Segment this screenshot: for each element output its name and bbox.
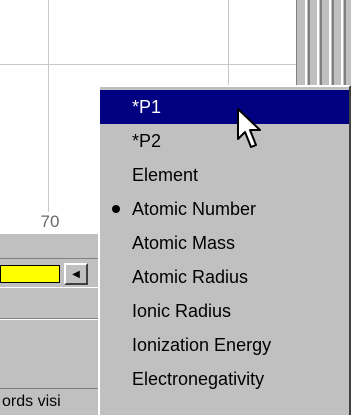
menu-item-p1[interactable]: *P1: [100, 90, 349, 124]
menu-item-ionic-radius[interactable]: Ionic Radius: [100, 294, 349, 328]
grid-line: [48, 0, 49, 230]
menu-item-p2[interactable]: *P2: [100, 124, 349, 158]
menu-item-label: Atomic Number: [132, 199, 257, 219]
menu-item-element[interactable]: Element: [100, 158, 349, 192]
status-bar-text: ords visi: [0, 388, 100, 415]
scroll-right-icon[interactable]: ◀: [64, 263, 88, 285]
grid-line: [0, 64, 296, 65]
menu-item-atomic-mass[interactable]: Atomic Mass: [100, 226, 349, 260]
menu-item-label: Ionic Radius: [132, 301, 232, 321]
slider-fill[interactable]: [0, 265, 60, 283]
menu-item-atomic-number[interactable]: Atomic Number: [100, 192, 349, 226]
menu-item-label: Atomic Mass: [132, 233, 236, 253]
horizontal-slider[interactable]: ◀: [0, 258, 100, 288]
grid-line: [228, 0, 229, 95]
menu-item-label: Atomic Radius: [132, 267, 249, 287]
menu-item-label: Ionization Energy: [132, 335, 272, 355]
context-menu[interactable]: *P1 *P2 Element Atomic Number Atomic Mass Ato…: [98, 85, 351, 415]
menu-item-label: *P1: [132, 97, 162, 117]
radio-bullet-icon: [112, 205, 120, 213]
x-tick-label: 70: [0, 212, 100, 234]
menu-item-ionization-energy[interactable]: Ionization Energy: [100, 328, 349, 362]
menu-item-label: Electronegativity: [132, 369, 265, 389]
divider: [0, 318, 100, 320]
mouse-pointer-icon: [237, 108, 261, 148]
menu-item-label: *P2: [132, 131, 162, 151]
menu-item-atomic-radius[interactable]: Atomic Radius: [100, 260, 349, 294]
menu-item-label: Element: [132, 165, 199, 185]
menu-item-electronegativity[interactable]: Electronegativity: [100, 362, 349, 396]
